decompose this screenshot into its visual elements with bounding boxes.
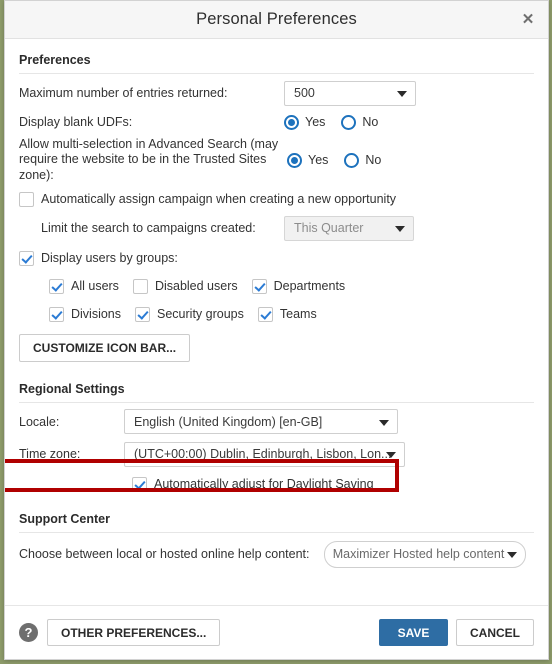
checkbox-checked-icon <box>49 306 64 322</box>
time-zone-label: Time zone: <box>19 447 81 461</box>
dialog-footer: ? OTHER PREFERENCES... SAVE CANCEL <box>5 605 548 659</box>
chevron-down-icon <box>507 552 517 558</box>
max-entries-dropdown[interactable]: 500 <box>284 80 416 106</box>
checkbox-checked-icon <box>19 250 34 266</box>
radio-unselected-icon <box>341 114 357 130</box>
group-option-departments[interactable]: Departments <box>251 278 346 294</box>
display-blank-udfs-no-label: No <box>362 115 379 129</box>
help-content-dropdown[interactable]: Maximizer Hosted help content <box>324 540 526 568</box>
checkbox-checked-icon <box>132 476 147 492</box>
display-blank-udfs-label: Display blank UDFs: <box>19 115 133 129</box>
close-icon[interactable]: ✕ <box>518 10 538 30</box>
group-option-label: Teams <box>279 307 317 321</box>
max-entries-value: 500 <box>294 86 315 100</box>
dialog-title: Personal Preferences <box>196 10 357 28</box>
group-option-label: All users <box>71 279 119 293</box>
dst-label: Automatically adjust for Daylight Saving <box>154 477 374 491</box>
group-option-label: Divisions <box>71 307 122 321</box>
save-button[interactable]: SAVE <box>379 619 448 646</box>
help-content-label: Choose between local or hosted online he… <box>19 547 310 561</box>
group-option-all-users[interactable]: All users <box>49 278 119 294</box>
checkbox-checked-icon <box>251 278 267 294</box>
group-option-teams[interactable]: Teams <box>257 306 317 322</box>
multi-selection-yes-label: Yes <box>308 153 329 167</box>
row-auto-assign-campaign: Automatically assign campaign when creat… <box>19 186 534 212</box>
display-users-by-groups-checkbox[interactable]: Display users by groups: <box>19 250 178 266</box>
group-option-disabled-users[interactable]: Disabled users <box>132 278 238 294</box>
chevron-down-icon <box>379 419 389 426</box>
row-display-blank-udfs: Display blank UDFs: Yes No <box>19 110 534 134</box>
section-divider-support <box>19 532 534 533</box>
display-blank-udfs-yes[interactable]: Yes <box>284 114 326 130</box>
auto-assign-campaign-label: Automatically assign campaign when creat… <box>41 192 397 206</box>
other-preferences-button[interactable]: OTHER PREFERENCES... <box>47 619 221 646</box>
multi-selection-yes[interactable]: Yes <box>287 152 329 168</box>
group-option-security-groups[interactable]: Security groups <box>135 306 244 322</box>
row-multi-selection: Allow multi-selection in Advanced Search… <box>19 134 534 186</box>
section-divider-regional <box>19 402 534 403</box>
help-icon[interactable]: ? <box>19 623 38 642</box>
row-dst: Automatically adjust for Daylight Saving <box>19 470 534 498</box>
chevron-down-icon <box>395 226 405 232</box>
group-option-label: Departments <box>273 279 346 293</box>
multi-selection-radio-group: Yes No <box>287 152 397 168</box>
time-zone-value: (UTC+00:00) Dublin, Edinburgh, Lisbon, L… <box>134 447 392 461</box>
radio-selected-icon <box>287 152 302 168</box>
multi-selection-no[interactable]: No <box>344 152 382 168</box>
cancel-button[interactable]: CANCEL <box>456 619 534 646</box>
dialog-header: Personal Preferences ✕ <box>5 1 548 39</box>
display-blank-udfs-no[interactable]: No <box>341 114 379 130</box>
section-heading-preferences: Preferences <box>19 53 91 67</box>
checkbox-checked-icon <box>49 278 64 294</box>
help-content-value: Maximizer Hosted help content <box>332 547 505 561</box>
auto-assign-campaign-checkbox[interactable]: Automatically assign campaign when creat… <box>19 191 397 207</box>
locale-row: Locale: English (United Kingdom) [en-GB] <box>19 405 534 438</box>
limit-search-value: This Quarter <box>294 221 364 235</box>
group-option-label: Security groups <box>157 307 244 321</box>
time-zone-dropdown[interactable]: (UTC+00:00) Dublin, Edinburgh, Lisbon, L… <box>124 441 405 467</box>
chevron-down-icon <box>386 452 396 458</box>
row-limit-search: Limit the search to campaigns created: T… <box>19 212 534 244</box>
display-blank-udfs-radio-group: Yes No <box>284 114 394 130</box>
locale-dropdown[interactable]: English (United Kingdom) [en-GB] <box>124 409 398 434</box>
locale-value: English (United Kingdom) [en-GB] <box>134 414 323 429</box>
group-option-label: Disabled users <box>154 279 238 293</box>
row-max-entries: Maximum number of entries returned: 500 <box>19 76 534 110</box>
multi-selection-no-label: No <box>365 153 382 167</box>
multi-selection-label: Allow multi-selection in Advanced Search… <box>19 136 279 182</box>
group-option-divisions[interactable]: Divisions <box>49 306 122 322</box>
limit-search-dropdown[interactable]: This Quarter <box>284 215 414 241</box>
locale-label: Locale: <box>19 414 60 429</box>
checkbox-unchecked-icon <box>19 191 34 207</box>
row-time-zone: Time zone: (UTC+00:00) Dublin, Edinburgh… <box>19 438 534 470</box>
personal-preferences-dialog: Personal Preferences ✕ Preferences Maxim… <box>4 0 549 660</box>
dialog-body: Preferences Maximum number of entries re… <box>5 39 548 605</box>
row-group-options-1: All users Disabled users Departments <box>19 272 534 300</box>
max-entries-label: Maximum number of entries returned: <box>19 86 228 100</box>
row-display-users-by-groups: Display users by groups: <box>19 244 534 272</box>
dst-checkbox[interactable]: Automatically adjust for Daylight Saving <box>132 476 374 492</box>
radio-unselected-icon <box>344 152 360 168</box>
section-divider-preferences <box>19 73 534 74</box>
display-blank-udfs-yes-label: Yes <box>305 115 326 129</box>
radio-selected-icon <box>284 114 299 130</box>
customize-icon-bar-button[interactable]: CUSTOMIZE ICON BAR... <box>19 334 191 362</box>
row-help-content: Choose between local or hosted online he… <box>19 535 534 573</box>
checkbox-checked-icon <box>135 306 151 322</box>
section-heading-support: Support Center <box>19 512 110 526</box>
row-customize-icon-bar: CUSTOMIZE ICON BAR... <box>19 328 534 368</box>
checkbox-checked-icon <box>257 306 273 322</box>
checkbox-unchecked-icon <box>132 278 148 294</box>
chevron-down-icon <box>397 91 407 97</box>
row-group-options-2: Divisions Security groups Teams <box>19 300 534 328</box>
section-heading-regional: Regional Settings <box>19 382 125 396</box>
display-users-by-groups-label: Display users by groups: <box>41 251 178 265</box>
limit-search-label: Limit the search to campaigns created: <box>41 221 256 235</box>
screen: Personal Preferences ✕ Preferences Maxim… <box>0 0 552 664</box>
